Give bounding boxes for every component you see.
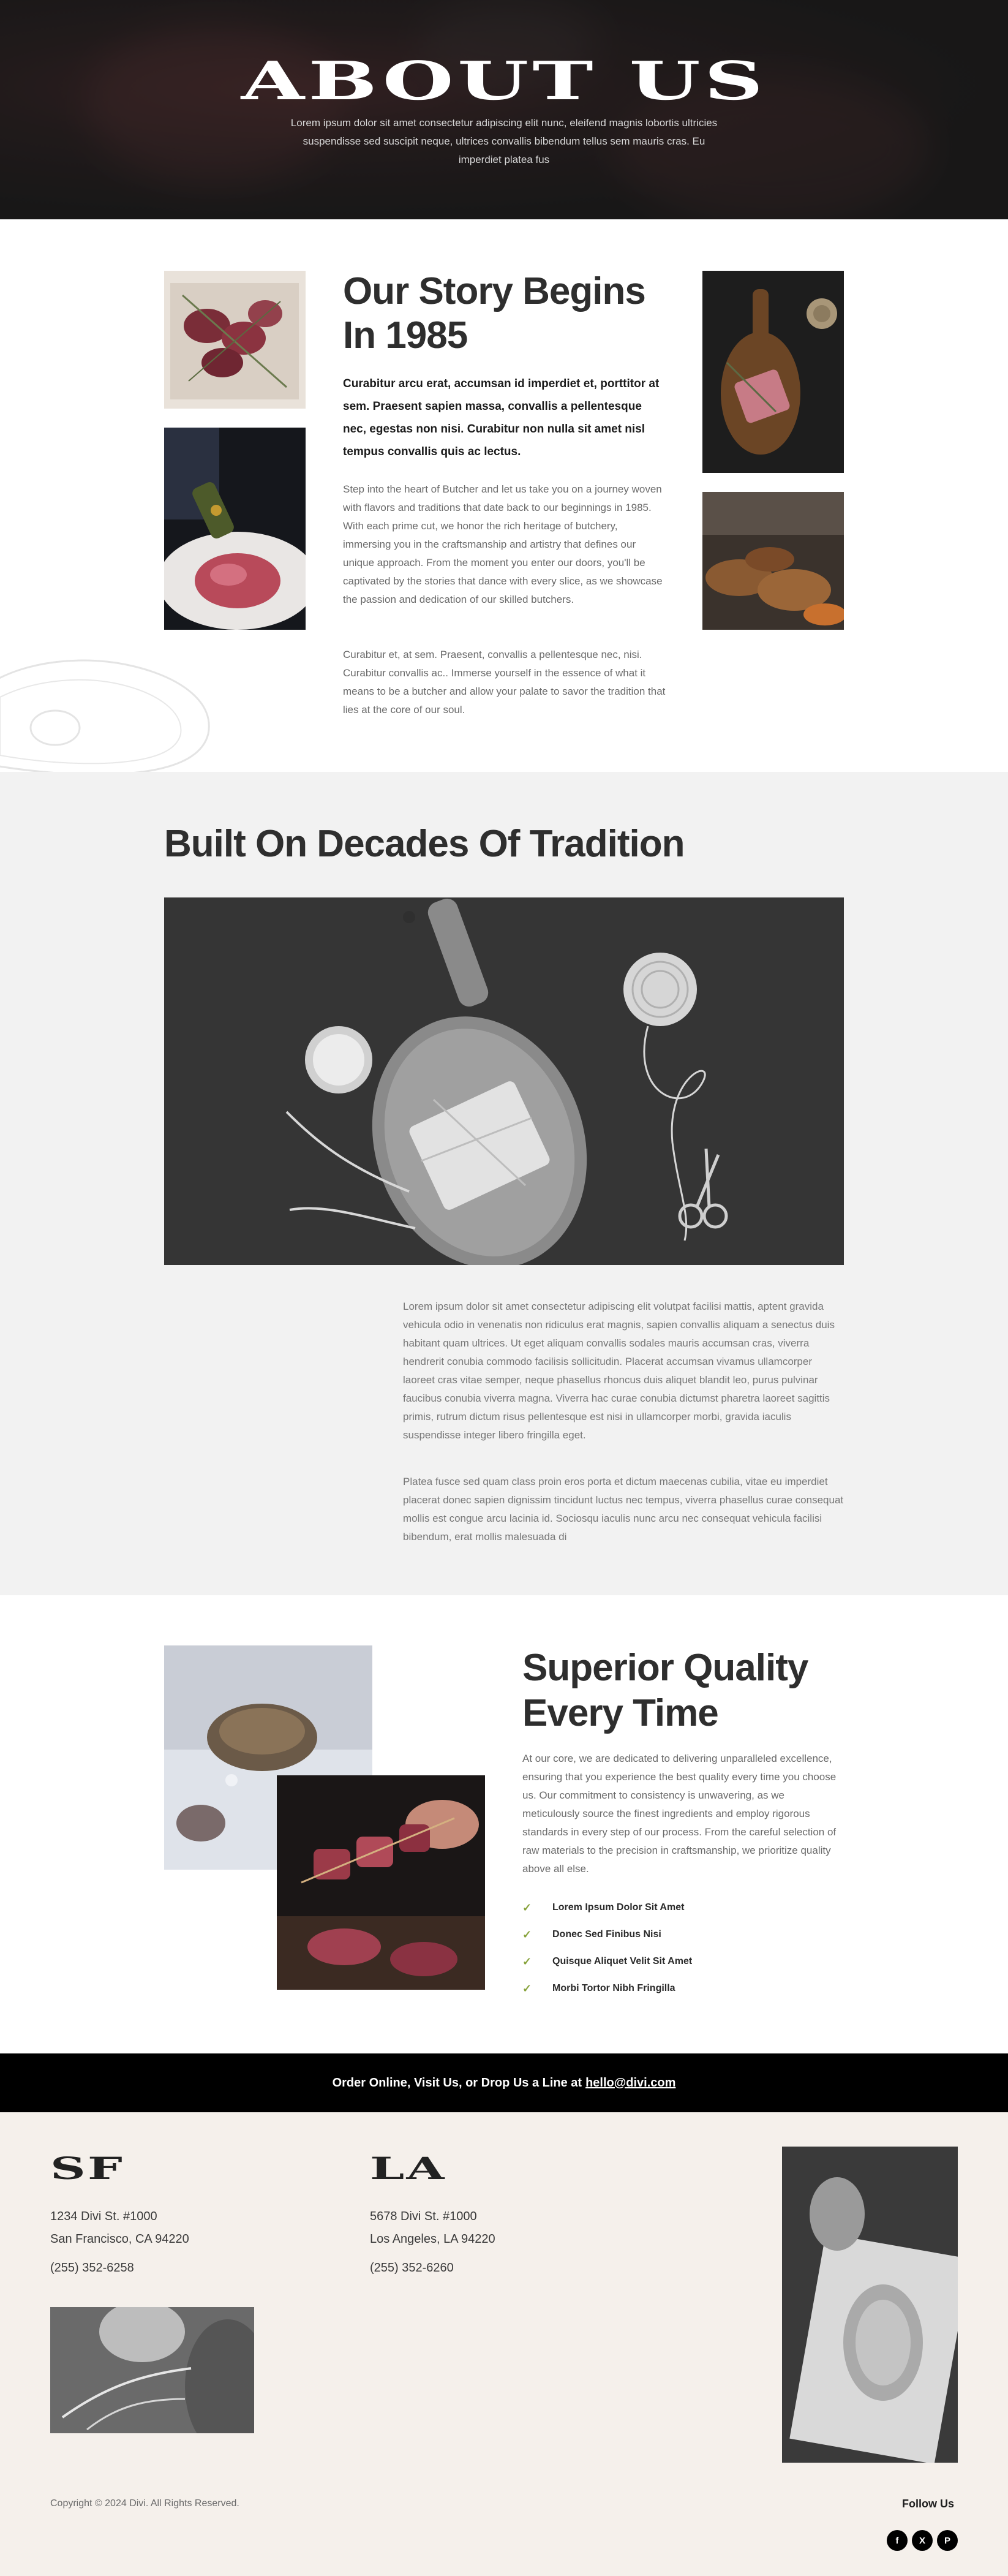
- follow-us-label: Follow Us: [902, 2498, 954, 2510]
- quality-feature-list: ✓ Lorem Ipsum Dolor Sit Amet ✓ Donec Sed F…: [522, 1894, 844, 2002]
- list-item-label: Morbi Tortor Nibh Fringilla: [552, 1983, 675, 1993]
- seasoning-steak-photo: [164, 428, 306, 630]
- story-paragraph: Curabitur et, at sem. Praesent, convalli…: [343, 649, 666, 716]
- list-item-label: Lorem Ipsum Dolor Sit Amet: [552, 1902, 685, 1913]
- x-twitter-icon[interactable]: X: [912, 2530, 933, 2551]
- phone-number[interactable]: (255) 352-6258: [50, 2257, 189, 2279]
- story-heading: Our Story Begins In 1985: [343, 270, 646, 357]
- list-item: ✓ Quisque Aliquet Velit Sit Amet: [522, 1948, 844, 1975]
- list-item-label: Quisque Aliquet Velit Sit Amet: [552, 1956, 693, 1966]
- copyright-text: Copyright © 2024 Divi. All Rights Reserv…: [50, 2498, 239, 2509]
- hero-description: Lorem ipsum dolor sit amet consectetur a…: [290, 117, 718, 165]
- tradition-paragraph: Lorem ipsum dolor sit amet consectetur a…: [403, 1301, 835, 1441]
- checkmark-icon: ✓: [522, 1901, 532, 1914]
- address-line: San Francisco, CA 94220: [50, 2232, 189, 2246]
- cutting-board-bw-photo: [164, 897, 844, 1265]
- checkmark-icon: ✓: [522, 1955, 532, 1968]
- story-lead-text: Curabitur arcu erat, accumsan id imperdi…: [343, 377, 660, 458]
- tradition-paragraph: Platea fusce sed quam class proin eros p…: [403, 1476, 844, 1543]
- address-sf: 1234 Divi St. #1000 San Francisco, CA 94…: [50, 2205, 189, 2279]
- tradition-heading: Built On Decades Of Tradition: [164, 823, 685, 865]
- checkmark-icon: ✓: [522, 1928, 532, 1941]
- city-logo-la: LA: [370, 2150, 446, 2186]
- list-item-label: Donec Sed Finibus Nisi: [552, 1929, 661, 1940]
- tradition-section: Built On Decades Of Tradition Lorem ipsu…: [0, 772, 1008, 1595]
- contact-banner: Order Online, Visit Us, or Drop Us a Lin…: [0, 2053, 1008, 2112]
- address-la: 5678 Divi St. #1000 Los Angeles, LA 9422…: [370, 2205, 495, 2279]
- story-section: Our Story Begins In 1985 Curabitur arcu …: [0, 219, 1008, 772]
- banner-text: Order Online, Visit Us, or Drop Us a Lin…: [332, 2076, 582, 2090]
- email-link[interactable]: hello@divi.com: [585, 2076, 675, 2090]
- list-item: ✓ Donec Sed Finibus Nisi: [522, 1921, 844, 1948]
- city-logo-sf: SF: [50, 2150, 124, 2186]
- page-title: About Us: [241, 50, 767, 112]
- address-line: 5678 Divi St. #1000: [370, 2210, 477, 2223]
- rosemary-bw-photo: [50, 2307, 254, 2433]
- footer: SF 1234 Divi St. #1000 San Francisco, CA…: [0, 2112, 1008, 2576]
- raw-beef-cubes-photo: [164, 271, 306, 409]
- list-item: ✓ Morbi Tortor Nibh Fringilla: [522, 1975, 844, 2002]
- story-paragraph: Step into the heart of Butcher and let u…: [343, 483, 663, 605]
- address-line: Los Angeles, LA 94220: [370, 2232, 495, 2246]
- quality-section: Superior Quality Every Time At our core,…: [0, 1595, 1008, 2053]
- hero-section: About Us Lorem ipsum dolor sit amet cons…: [0, 0, 1008, 219]
- meat-outline-icon: [0, 659, 210, 772]
- list-item: ✓ Lorem Ipsum Dolor Sit Amet: [522, 1894, 844, 1921]
- facebook-icon[interactable]: f: [887, 2530, 908, 2551]
- checkmark-icon: ✓: [522, 1982, 532, 1995]
- steak-on-paper-bw-photo: [782, 2147, 958, 2463]
- pinterest-icon[interactable]: P: [937, 2530, 958, 2551]
- meat-skewers-photo: [277, 1775, 485, 1990]
- quality-paragraph: At our core, we are dedicated to deliver…: [522, 1753, 837, 1875]
- grilled-skewers-photo: [702, 492, 844, 630]
- quality-heading: Superior Quality Every Time: [522, 1647, 808, 1734]
- cutting-board-meat-photo: [702, 271, 844, 473]
- phone-number[interactable]: (255) 352-6260: [370, 2257, 495, 2279]
- address-line: 1234 Divi St. #1000: [50, 2210, 157, 2223]
